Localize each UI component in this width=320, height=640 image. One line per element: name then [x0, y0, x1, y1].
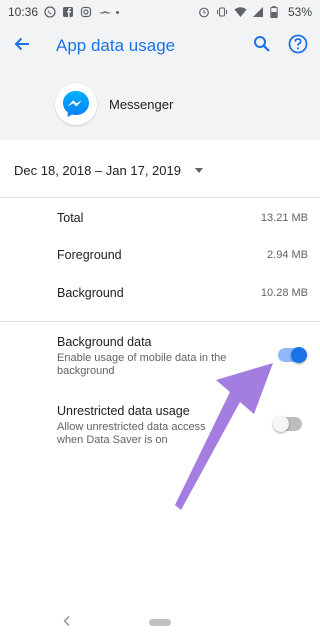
mustache-icon [98, 6, 112, 18]
usage-value: 13.21 MB [260, 212, 308, 224]
setting-background-data[interactable]: Background data Enable usage of mobile d… [0, 335, 320, 395]
battery-percent: 53% [287, 5, 312, 19]
battery-icon [270, 6, 282, 18]
page-title: App data usage [56, 36, 176, 55]
search-icon [253, 35, 271, 58]
usage-row-background: Background 10.28 MB [0, 274, 320, 312]
setting-title: Unrestricted data usage [57, 404, 190, 418]
setting-unrestricted-data[interactable]: Unrestricted data usage Allow unrestrict… [0, 404, 320, 464]
status-time: 10:36 [8, 5, 39, 19]
messenger-icon [55, 83, 97, 125]
usage-value: 2.94 MB [267, 249, 308, 261]
usage-label: Background [57, 286, 124, 300]
instagram-icon [80, 6, 92, 18]
setting-subtitle: Allow unrestricted data access when Data… [57, 421, 206, 446]
setting-subtitle: Enable usage of mobile data in the backg… [57, 352, 227, 377]
signal-icon [252, 6, 264, 18]
toggle-knob [273, 416, 289, 432]
search-button[interactable] [250, 34, 274, 58]
app-header: Messenger [0, 68, 320, 140]
toggle-knob [291, 347, 307, 363]
whatsapp-icon [44, 6, 56, 18]
navigation-bar [0, 604, 320, 640]
vibrate-icon [216, 6, 228, 18]
help-icon [288, 34, 308, 59]
facebook-icon [62, 6, 74, 18]
alarm-icon [198, 6, 210, 18]
usage-label: Foreground [57, 248, 122, 262]
usage-row-total: Total 13.21 MB [0, 199, 320, 237]
app-name: Messenger [109, 96, 174, 112]
dropdown-arrow-icon [194, 167, 203, 173]
back-button[interactable] [0, 24, 44, 68]
divider [0, 197, 320, 198]
dot-icon [116, 10, 120, 14]
usage-label: Total [57, 211, 84, 225]
usage-row-foreground: Foreground 2.94 MB [0, 236, 320, 274]
nav-back-button[interactable] [62, 614, 72, 632]
unrestricted-data-toggle[interactable] [273, 416, 302, 432]
background-data-toggle[interactable] [278, 347, 307, 363]
help-button[interactable] [286, 34, 310, 58]
status-bar: 10:36 53% [0, 0, 320, 24]
app-bar: App data usage [0, 24, 320, 68]
date-range-value: Dec 18, 2018 – Jan 17, 2019 [14, 162, 181, 178]
divider [0, 321, 320, 322]
setting-title: Background data [57, 335, 152, 349]
wifi-icon [234, 6, 247, 18]
nav-home-button[interactable] [149, 618, 171, 626]
date-range-selector[interactable]: Dec 18, 2018 – Jan 17, 2019 [0, 148, 320, 192]
arrow-back-icon [14, 36, 30, 57]
usage-value: 10.28 MB [260, 287, 308, 299]
